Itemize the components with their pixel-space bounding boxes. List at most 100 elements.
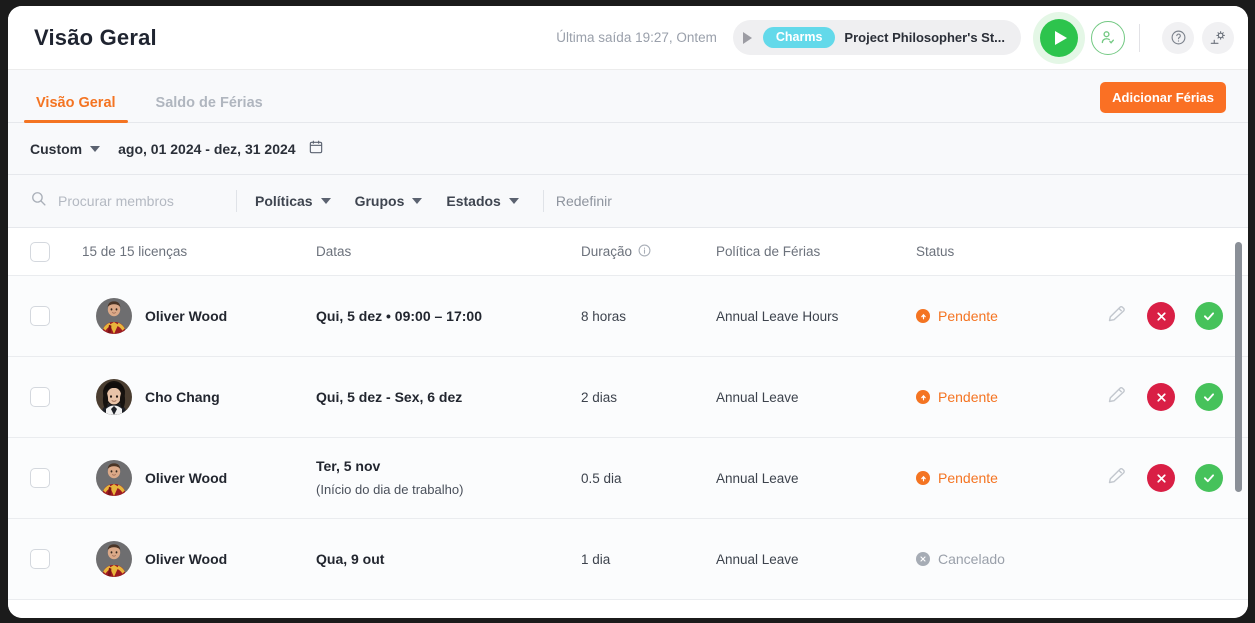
- tab-bar: Visão Geral Saldo de Férias Adicionar Fé…: [8, 70, 1248, 123]
- approve-button[interactable]: [1195, 302, 1223, 330]
- status-badge: Pendente: [916, 470, 1106, 486]
- duration-cell: 2 dias: [581, 389, 618, 405]
- row-actions: [1106, 302, 1248, 330]
- member-name: Oliver Wood: [145, 470, 228, 486]
- date-preset-label: Custom: [30, 140, 83, 157]
- reject-button[interactable]: [1147, 383, 1175, 411]
- task-play-icon[interactable]: [742, 31, 752, 44]
- edit-pencil-icon[interactable]: [1106, 303, 1127, 329]
- filter-politicas[interactable]: Políticas: [255, 193, 331, 209]
- duration-cell: 1 dia: [581, 551, 611, 567]
- settings-gear-icon[interactable]: [1202, 21, 1234, 54]
- row-select-cell: [30, 387, 82, 407]
- calendar-icon[interactable]: [308, 139, 324, 158]
- row-select-cell: [30, 468, 82, 488]
- row-select-cell: [30, 549, 82, 569]
- add-vacation-button[interactable]: Adicionar Férias: [1100, 82, 1226, 113]
- column-header-duration: Duração: [581, 244, 716, 260]
- policy-cell: Annual Leave: [716, 551, 799, 567]
- column-header-status: Status: [916, 244, 955, 259]
- row-select-cell: [30, 306, 82, 326]
- pending-icon: [916, 309, 930, 323]
- status-label: Pendente: [938, 470, 998, 486]
- status-badge: Cancelado: [916, 551, 1106, 567]
- member-cell: Cho Chang: [82, 379, 316, 415]
- dates-cell: Qua, 9 out: [316, 550, 581, 569]
- play-icon[interactable]: [1040, 18, 1078, 57]
- filter-estados[interactable]: Estados: [446, 193, 519, 209]
- page-title: Visão Geral: [34, 24, 157, 50]
- member-name: Cho Chang: [145, 389, 220, 405]
- member-cell: Oliver Wood: [82, 460, 316, 496]
- chevron-down-icon: [320, 198, 331, 204]
- date-primary: Qua, 9 out: [316, 550, 385, 567]
- approve-button[interactable]: [1195, 464, 1223, 492]
- edit-pencil-icon[interactable]: [1106, 465, 1127, 491]
- reject-button[interactable]: [1147, 302, 1175, 330]
- member-cell: Oliver Wood: [82, 541, 316, 577]
- task-name-label: Project Philosopher's St...: [844, 30, 1005, 45]
- dates-cell: Ter, 5 nov (Início do dia de trabalho): [316, 457, 581, 499]
- status-label: Cancelado: [938, 551, 1005, 567]
- scrollbar-thumb[interactable]: [1235, 242, 1242, 492]
- last-exit-label: Última saída 19:27, Ontem: [556, 30, 717, 45]
- table-row: Oliver Wood Qui, 5 dez • 09:00 – 17:00 8 h…: [8, 276, 1248, 357]
- pending-icon: [916, 471, 930, 485]
- info-icon[interactable]: [638, 244, 651, 260]
- reset-filters-button[interactable]: Redefinir: [556, 193, 612, 209]
- row-actions: [1106, 464, 1248, 492]
- status-badge: Pendente: [916, 389, 1106, 405]
- current-task-pill[interactable]: Charms Project Philosopher's St...: [732, 20, 1021, 55]
- filter-grupos[interactable]: Grupos: [355, 193, 423, 209]
- avatar: [96, 379, 132, 415]
- date-range-label: ago, 01 2024 - dez, 31 2024: [118, 140, 296, 157]
- date-range-picker[interactable]: ago, 01 2024 - dez, 31 2024: [118, 139, 323, 158]
- cancelled-icon: [916, 552, 930, 566]
- vacation-table: 15 de 15 licenças Datas Duração Política…: [8, 228, 1248, 618]
- column-header-policy: Política de Férias: [716, 244, 821, 259]
- policy-cell: Annual Leave Hours: [716, 308, 839, 324]
- filter-divider-left: [236, 190, 237, 212]
- duration-cell: 0.5 dia: [581, 470, 622, 486]
- tab-saldo-de-ferias[interactable]: Saldo de Férias: [150, 95, 269, 122]
- edit-pencil-icon[interactable]: [1106, 384, 1127, 410]
- toolbar-divider: [1139, 23, 1140, 52]
- row-actions: [1106, 383, 1248, 411]
- filter-politicas-label: Políticas: [255, 193, 313, 209]
- search-input[interactable]: [58, 193, 218, 209]
- policy-cell: Annual Leave: [716, 389, 799, 405]
- search-members[interactable]: [30, 190, 236, 212]
- status-label: Pendente: [938, 389, 998, 405]
- column-header-duration-label: Duração: [581, 244, 633, 259]
- date-filter-bar: Custom ago, 01 2024 - dez, 31 2024: [8, 123, 1248, 175]
- chevron-down-icon: [508, 198, 519, 204]
- tab-visao-geral[interactable]: Visão Geral: [24, 95, 128, 123]
- row-checkbox[interactable]: [30, 549, 50, 569]
- select-all-checkbox[interactable]: [30, 241, 50, 262]
- approve-button[interactable]: [1195, 383, 1223, 411]
- start-timer-button[interactable]: [1033, 11, 1085, 64]
- date-primary: Qui, 5 dez • 09:00 – 17:00: [316, 307, 482, 324]
- filter-estados-label: Estados: [446, 193, 501, 209]
- status-badge: Pendente: [916, 308, 1106, 324]
- select-all-cell: [30, 241, 82, 262]
- top-bar-right: Última saída 19:27, Ontem Charms Project…: [556, 11, 1234, 64]
- dates-cell: Qui, 5 dez - Sex, 6 dez: [316, 388, 581, 407]
- chevron-down-icon: [90, 145, 101, 152]
- scrollbar-track[interactable]: [1235, 228, 1245, 618]
- help-circle-icon[interactable]: [1162, 21, 1194, 54]
- duration-cell: 8 horas: [581, 308, 627, 324]
- row-checkbox[interactable]: [30, 387, 50, 407]
- status-label: Pendente: [938, 308, 998, 324]
- row-checkbox[interactable]: [30, 468, 50, 488]
- app-window: Visão Geral Última saída 19:27, Ontem Ch…: [8, 6, 1248, 618]
- search-icon: [30, 190, 47, 212]
- task-project-chip[interactable]: Charms: [762, 27, 836, 48]
- dates-cell: Qui, 5 dez • 09:00 – 17:00: [316, 307, 581, 326]
- date-preset-dropdown[interactable]: Custom: [30, 140, 101, 157]
- date-primary: Ter, 5 nov: [316, 458, 381, 474]
- reject-button[interactable]: [1147, 464, 1175, 492]
- avatar: [96, 460, 132, 496]
- person-check-icon[interactable]: [1091, 20, 1125, 55]
- row-checkbox[interactable]: [30, 306, 50, 326]
